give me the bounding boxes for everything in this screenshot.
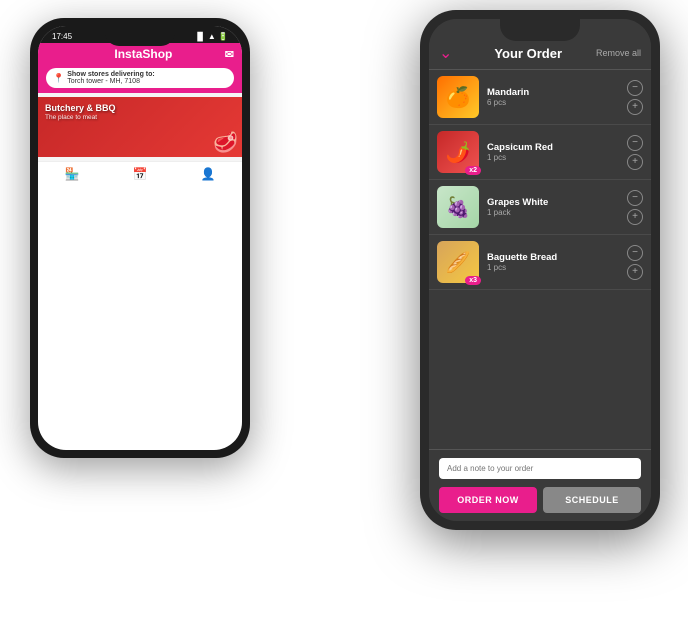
phone1-device: 17:45 ▐▌ ▲ 🔋 InstaShop ✉ 📍 Show stores d… (30, 18, 250, 458)
baguette-emoji: 🥖 (446, 250, 471, 275)
increase-baguette[interactable]: + (627, 264, 643, 280)
mandarin-emoji: 🍊 (446, 85, 471, 110)
phone2-device: ⌄ Your Order Remove all 🍊 Mandarin 6 pcs (420, 10, 660, 530)
item-controls-capsicum: − + (627, 135, 643, 170)
schedule-button[interactable]: SCHEDULE (543, 487, 641, 513)
increase-capsicum[interactable]: + (627, 154, 643, 170)
item-img-capsicum: 🌶️ x2 (437, 131, 479, 173)
item-img-mandarin: 🍊 (437, 76, 479, 118)
item-controls-mandarin: − + (627, 80, 643, 115)
item-info-mandarin: Mandarin 6 pcs (487, 87, 627, 107)
capsicum-emoji: 🌶️ (446, 140, 471, 165)
increase-mandarin[interactable]: + (627, 99, 643, 115)
remove-all-button[interactable]: Remove all (596, 48, 641, 58)
category-butchery[interactable]: Butchery & BBQ The place to meat 🥩 (38, 97, 242, 157)
item-info-capsicum: Capsicum Red 1 pcs (487, 142, 627, 162)
item-name-capsicum: Capsicum Red (487, 142, 627, 153)
decrease-grapes[interactable]: − (627, 190, 643, 206)
action-buttons: ORDER NOW SCHEDULE (439, 487, 641, 513)
item-img-grapes: 🍇 (437, 186, 479, 228)
phone1-signal: ▐▌ ▲ 🔋 (194, 32, 228, 41)
back-button[interactable]: ⌄ (439, 43, 452, 63)
item-qty-capsicum: 1 pcs (487, 153, 627, 162)
app-title: InstaShop (62, 47, 225, 61)
tab-stores[interactable]: 🏪 (65, 167, 80, 182)
phone2-notch (500, 19, 580, 41)
item-img-baguette: 🥖 x3 (437, 241, 479, 283)
order-item-capsicum: 🌶️ x2 Capsicum Red 1 pcs − + (429, 125, 651, 180)
baguette-badge: x3 (465, 276, 481, 285)
decrease-baguette[interactable]: − (627, 245, 643, 261)
decrease-mandarin[interactable]: − (627, 80, 643, 96)
order-now-button[interactable]: ORDER NOW (439, 487, 537, 513)
order-items-list: 🍊 Mandarin 6 pcs − + 🌶️ x2 (429, 70, 651, 449)
item-controls-grapes: − + (627, 190, 643, 225)
order-footer: ORDER NOW SCHEDULE (429, 449, 651, 521)
item-controls-baguette: − + (627, 245, 643, 280)
order-item-grapes: 🍇 Grapes White 1 pack − + (429, 180, 651, 235)
note-input[interactable] (439, 458, 641, 479)
phone1-header: InstaShop ✉ (38, 43, 242, 65)
item-name-mandarin: Mandarin (487, 87, 627, 98)
item-name-grapes: Grapes White (487, 197, 627, 208)
order-item-baguette: 🥖 x3 Baguette Bread 1 pcs − + (429, 235, 651, 290)
order-title: Your Order (460, 46, 596, 61)
phone1-notch (105, 26, 175, 46)
category-list: Supermarkets Groceries made easy 🥦🍌🥕 Pha… (38, 93, 242, 161)
stores-icon: 🏪 (65, 167, 80, 181)
item-qty-baguette: 1 pcs (487, 263, 627, 272)
mail-icon[interactable]: ✉ (225, 48, 234, 61)
scene: 17:45 ▐▌ ▲ 🔋 InstaShop ✉ 📍 Show stores d… (0, 0, 688, 621)
item-info-grapes: Grapes White 1 pack (487, 197, 627, 217)
decrease-capsicum[interactable]: − (627, 135, 643, 151)
order-item-mandarin: 🍊 Mandarin 6 pcs − + (429, 70, 651, 125)
tab-orders[interactable]: 📅 (133, 167, 148, 182)
location-line2: Torch tower - MH, 7108 (67, 78, 155, 85)
grapes-emoji: 🍇 (446, 195, 471, 220)
location-icon: 📍 (53, 73, 64, 84)
cat-sub-butchery: The place to meat (45, 114, 116, 121)
cat-title-butchery: Butchery & BBQ (45, 103, 116, 114)
item-info-baguette: Baguette Bread 1 pcs (487, 252, 627, 272)
increase-grapes[interactable]: + (627, 209, 643, 225)
item-name-baguette: Baguette Bread (487, 252, 627, 263)
location-bar[interactable]: 📍 Show stores delivering to: Torch tower… (38, 65, 242, 93)
location-line1: Show stores delivering to: (67, 71, 155, 78)
phone1-time: 17:45 (52, 32, 72, 41)
item-qty-mandarin: 6 pcs (487, 98, 627, 107)
capsicum-badge: x2 (465, 166, 481, 175)
item-qty-grapes: 1 pack (487, 208, 627, 217)
phone1-tabbar: 🏪 📅 👤 (38, 161, 242, 185)
orders-icon: 📅 (133, 167, 148, 181)
tab-account[interactable]: 👤 (201, 167, 216, 182)
account-icon: 👤 (201, 167, 216, 181)
meat-decoration: 🥩 (213, 130, 238, 155)
